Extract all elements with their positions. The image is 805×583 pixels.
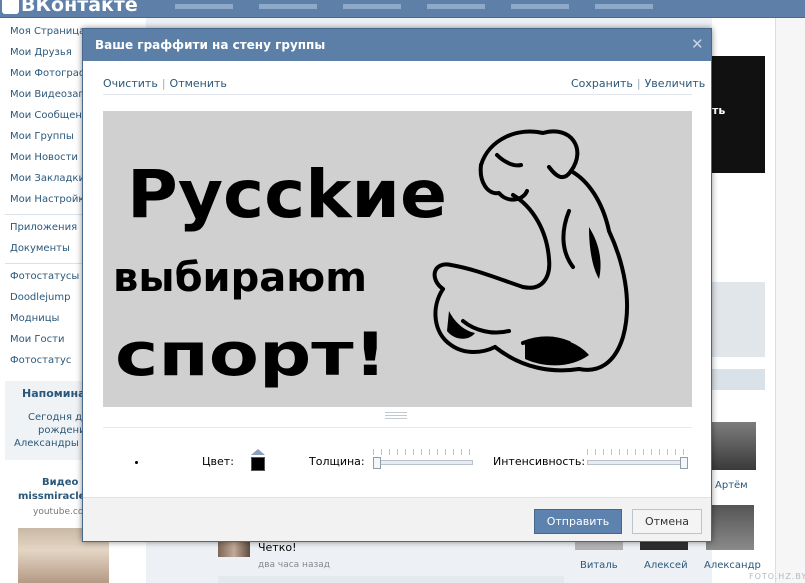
thickness-label: Толщина: (309, 455, 365, 468)
top-nav-item[interactable] (511, 4, 569, 9)
logo-text: ВКонтакте (21, 0, 138, 16)
friend-name[interactable]: Алексей (644, 560, 688, 571)
top-nav-item[interactable] (175, 4, 233, 9)
top-nav-item[interactable] (259, 4, 317, 9)
watermark: FOTO.HZ.BY (749, 572, 805, 581)
friend-name[interactable]: Александр (704, 560, 761, 571)
menu-divider (5, 214, 82, 215)
post-text: Четко! (258, 541, 297, 554)
post-footer-bar (218, 576, 564, 583)
reminder-box: Напоминания Сегодня день рождения Алекса… (5, 381, 108, 460)
canvas-divider (103, 427, 692, 428)
slider-ticks (373, 449, 473, 455)
dialog-footer: Отправить Отмена (83, 497, 711, 541)
page-scrollbar[interactable] (775, 18, 805, 583)
graffiti-drawing: Руcckие выбираюm cпорт! (113, 129, 630, 390)
post-thumbnail[interactable] (218, 541, 250, 557)
menu-item-documents[interactable]: Документы (10, 243, 70, 254)
friend-name[interactable]: Артём (715, 480, 748, 491)
app-link-modnitsy[interactable]: Модницы (10, 313, 59, 324)
color-label: Цвет: (202, 455, 234, 468)
canvas-resize-grip[interactable] (385, 412, 407, 420)
menu-item-apps[interactable]: Приложения (10, 222, 77, 233)
reminder-name-link[interactable]: Александры А. (14, 438, 92, 449)
zoom-link[interactable]: Увеличить (645, 77, 706, 90)
graffiti-line-1: Руcckие (127, 156, 447, 233)
video-title-line2[interactable]: missmiracle (18, 491, 85, 502)
toolbar-divider (103, 94, 692, 95)
top-nav-item[interactable] (343, 4, 401, 9)
intensity-slider[interactable] (587, 449, 688, 471)
clear-link[interactable]: Очистить (103, 77, 158, 90)
video-title[interactable]: Видео (42, 477, 78, 488)
right-ad-text: ть (712, 104, 726, 117)
graffiti-line-2: выбираюm (113, 255, 367, 301)
vk-logo[interactable]: ВКонтакте (2, 0, 138, 16)
dialog-header: Ваше граффити на стену группы ✕ (83, 29, 711, 61)
send-button[interactable]: Отправить (534, 509, 622, 534)
brush-preview (135, 461, 138, 464)
app-link-doodlejump[interactable]: Doodlejump (10, 292, 70, 303)
close-icon[interactable]: ✕ (691, 35, 704, 53)
right-block (712, 282, 765, 357)
menu-item-groups[interactable]: Мои Группы (10, 131, 74, 142)
dialog-title: Ваше граффити на стену группы (95, 38, 326, 52)
menu-item-news[interactable]: Мои Новости (10, 152, 78, 163)
save-link[interactable]: Сохранить (571, 77, 633, 90)
top-bar: ВКонтакте (0, 0, 805, 18)
thickness-slider[interactable] (373, 449, 473, 471)
menu-item-friends[interactable]: Мои Друзья (10, 47, 72, 58)
undo-link[interactable]: Отменить (170, 77, 227, 90)
friend-photo[interactable] (708, 422, 756, 470)
slider-track (373, 460, 473, 465)
slider-ticks (587, 449, 688, 455)
friend-name[interactable]: Виталь (580, 560, 618, 571)
friend-photo[interactable] (706, 505, 754, 550)
menu-divider (5, 263, 82, 264)
menu-item-bookmarks[interactable]: Мои Закладки (10, 173, 85, 184)
post-time[interactable]: два часа назад (258, 560, 330, 570)
cancel-button[interactable]: Отмена (632, 509, 702, 534)
slider-track (587, 460, 688, 465)
color-swatch-box (251, 457, 265, 471)
vk-logo-icon (2, 0, 19, 14)
app-link-guests[interactable]: Мои Гости (10, 334, 64, 345)
top-nav (175, 1, 679, 12)
slider-thumb[interactable] (373, 457, 381, 469)
color-picker-arrow-icon (251, 449, 265, 455)
right-strip (712, 369, 765, 390)
graffiti-line-3: cпорт! (115, 320, 387, 390)
separator: | (161, 77, 166, 90)
menu-item-settings[interactable]: Мои Настройки (10, 194, 91, 205)
tools-left: Очистить | Отменить (103, 77, 227, 90)
app-link-photostatuses[interactable]: Фотостатусы (10, 271, 79, 282)
color-picker[interactable] (251, 449, 265, 471)
app-link-photostatus[interactable]: Фотостатус (10, 355, 71, 366)
graffiti-dialog: Ваше граффити на стену группы ✕ Очистить… (82, 28, 712, 542)
top-nav-item[interactable] (427, 4, 485, 9)
tools-right: Сохранить | Увеличить (571, 77, 705, 90)
graffiti-canvas[interactable]: Руcckие выбираюm cпорт! (103, 111, 692, 407)
top-nav-item[interactable] (595, 4, 653, 9)
slider-thumb[interactable] (680, 457, 688, 469)
separator: | (636, 77, 641, 90)
intensity-label: Интенсивность: (493, 455, 586, 468)
menu-item-my-page[interactable]: Моя Страница (10, 26, 85, 37)
